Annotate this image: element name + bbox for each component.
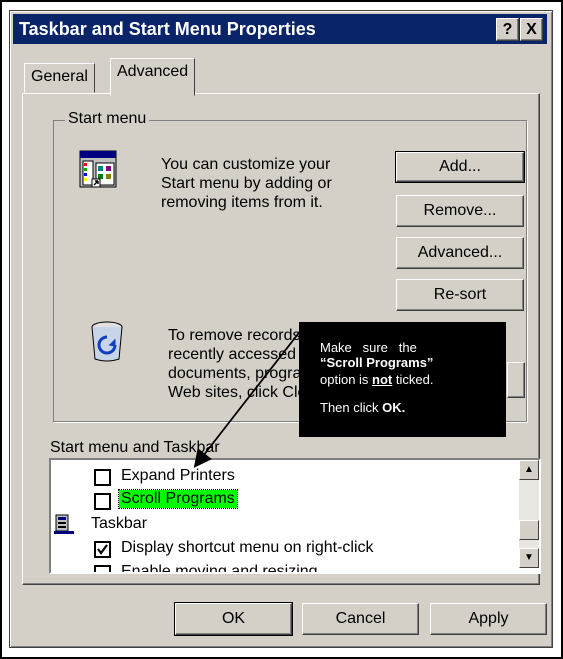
callout-then-text: Then click [320,400,383,415]
instruction-callout: Make sure the “Scroll Programs” option i… [299,322,506,437]
callout-line-3: option is not ticked. [320,372,433,387]
tab-advanced[interactable]: Advanced [110,58,196,96]
callout-line-2: “Scroll Programs” [320,355,434,370]
callout-ticked-text: ticked. [392,372,434,387]
callout-ok-text: OK. [382,400,406,415]
callout-line-1: Make sure the [320,340,417,355]
callout-not-text: not [372,372,393,387]
callout-option-text: option is [320,372,373,387]
callout-line-4: Then click OK. [320,400,405,415]
